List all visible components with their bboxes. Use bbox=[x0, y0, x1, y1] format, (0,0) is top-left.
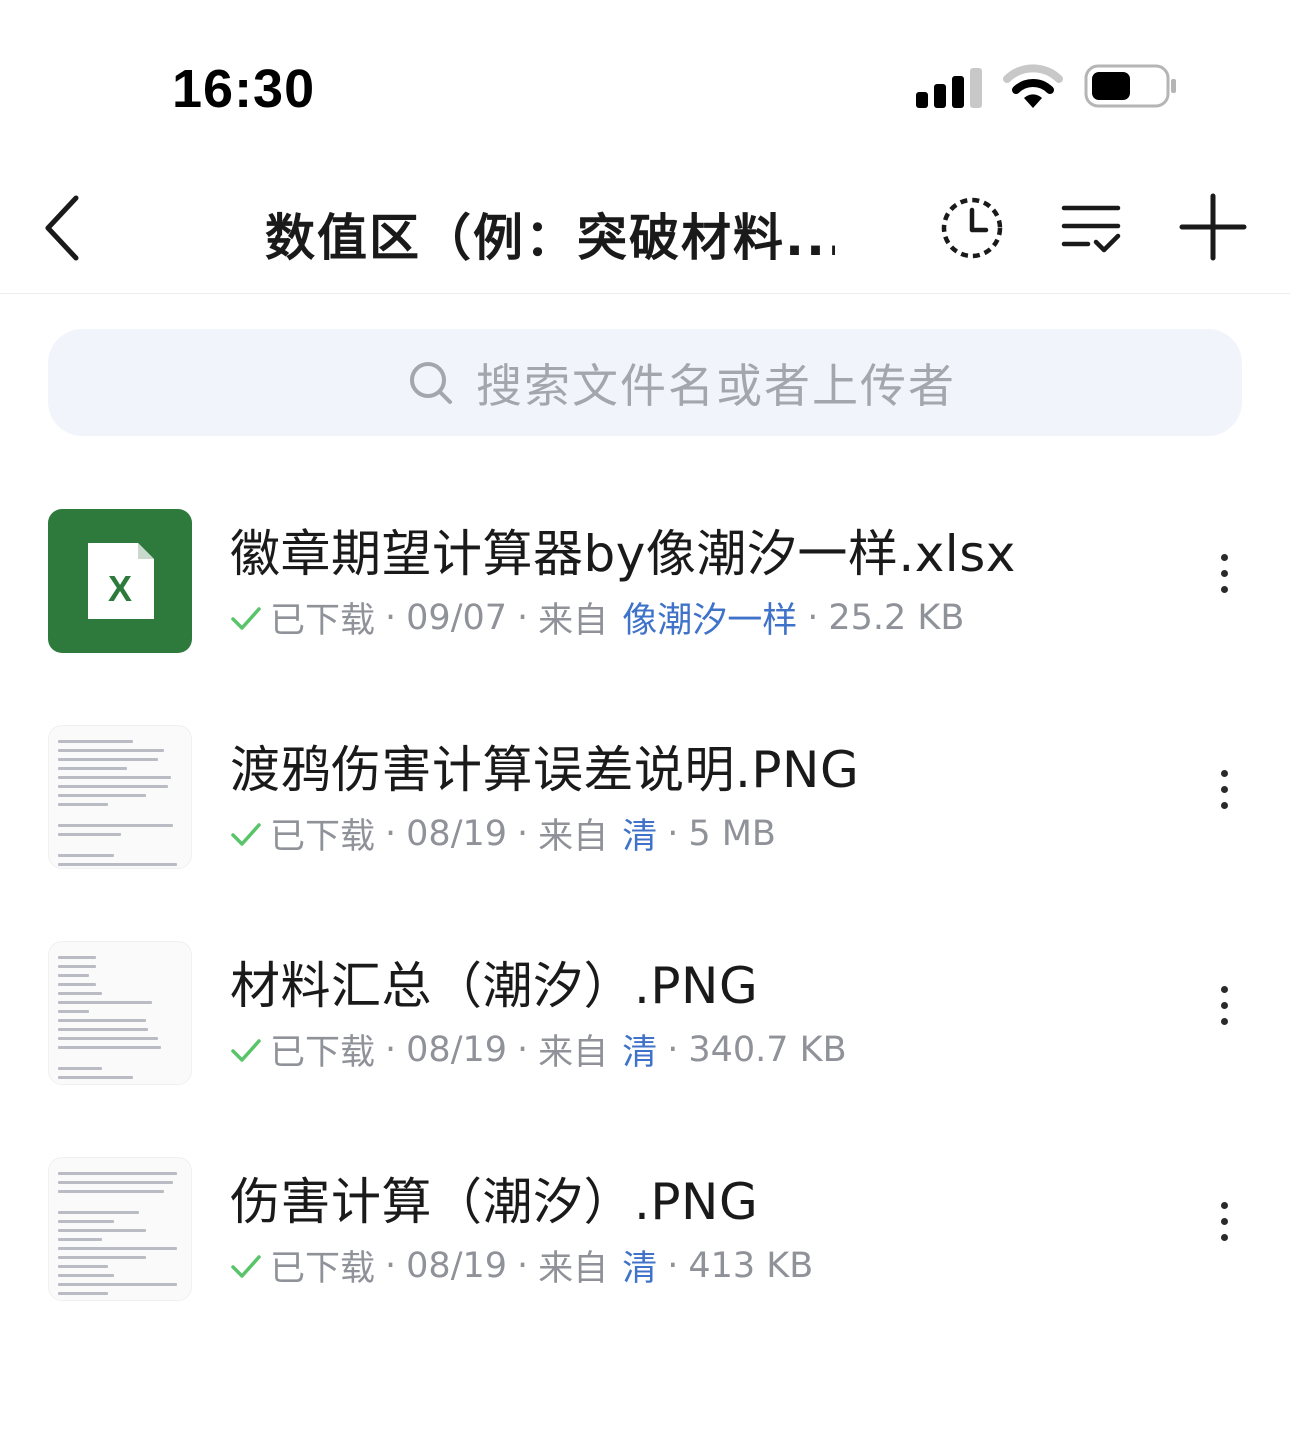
file-name: 材料汇总（潮汐）.PNG bbox=[230, 957, 759, 1015]
image-thumbnail bbox=[48, 725, 192, 869]
file-name: 徽章期望计算器by像潮汐一样.xlsx bbox=[230, 525, 1016, 583]
separator-dot: · bbox=[517, 597, 529, 638]
list-item[interactable]: X 徽章期望计算器by像潮汐一样.xlsx 已下载 · 09/07 · 来自 像… bbox=[0, 500, 1290, 716]
separator-dot: · bbox=[517, 813, 529, 854]
separator-dot: · bbox=[385, 813, 397, 854]
uploader-link[interactable]: 像潮汐一样 bbox=[622, 592, 797, 643]
file-list: X 徽章期望计算器by像潮汐一样.xlsx 已下载 · 09/07 · 来自 像… bbox=[0, 500, 1290, 1364]
more-options-button[interactable] bbox=[1210, 1202, 1238, 1250]
wifi-icon bbox=[1003, 64, 1063, 108]
status-bar: 16:30 bbox=[0, 0, 1290, 150]
separator-dot: · bbox=[385, 597, 397, 638]
uploader-link[interactable]: 清 bbox=[622, 1240, 657, 1291]
separator-dot: · bbox=[385, 1245, 397, 1286]
separator-dot: · bbox=[517, 1029, 529, 1070]
list-item[interactable]: 伤害计算（潮汐）.PNG 已下载 · 08/19 · 来自 清 · 413 KB bbox=[0, 1148, 1290, 1364]
downloaded-check-icon bbox=[231, 1038, 261, 1062]
separator-dot: · bbox=[385, 1029, 397, 1070]
history-clock-icon[interactable] bbox=[936, 192, 1008, 264]
file-date: 08/19 bbox=[406, 1029, 508, 1070]
file-date: 08/19 bbox=[406, 813, 508, 854]
file-meta: 已下载 · 08/19 · 来自 清 · 5 MB bbox=[230, 808, 776, 859]
downloaded-check-icon bbox=[231, 1254, 261, 1278]
file-meta: 已下载 · 08/19 · 来自 清 · 413 KB bbox=[230, 1240, 813, 1291]
download-status: 已下载 bbox=[270, 1249, 376, 1289]
from-label: 来自 bbox=[538, 817, 609, 857]
more-options-button[interactable] bbox=[1210, 554, 1238, 602]
downloaded-check-icon bbox=[231, 606, 261, 630]
file-size: 5 MB bbox=[688, 813, 776, 854]
from-label: 来自 bbox=[538, 1249, 609, 1289]
page-title: 数值区（例：突破材料... bbox=[265, 209, 835, 267]
separator-dot: · bbox=[667, 813, 679, 854]
file-size: 25.2 KB bbox=[828, 597, 965, 638]
download-status: 已下载 bbox=[270, 601, 376, 641]
from-label: 来自 bbox=[538, 1033, 609, 1073]
file-size: 340.7 KB bbox=[688, 1029, 847, 1070]
svg-text:X: X bbox=[108, 568, 132, 609]
status-time: 16:30 bbox=[172, 59, 316, 119]
list-item[interactable]: 渡鸦伤害计算误差说明.PNG 已下载 · 08/19 · 来自 清 · 5 MB bbox=[0, 716, 1290, 932]
back-button[interactable] bbox=[36, 190, 96, 266]
excel-file-icon: X bbox=[48, 509, 192, 653]
navigation-bar: 数值区（例：突破材料... bbox=[0, 160, 1290, 294]
image-thumbnail bbox=[48, 941, 192, 1085]
sort-filter-icon[interactable] bbox=[1058, 196, 1124, 258]
search-input[interactable]: 搜索文件名或者上传者 bbox=[48, 329, 1242, 436]
file-size: 413 KB bbox=[688, 1245, 814, 1286]
uploader-link[interactable]: 清 bbox=[622, 808, 657, 859]
separator-dot: · bbox=[517, 1245, 529, 1286]
download-status: 已下载 bbox=[270, 817, 376, 857]
file-meta: 已下载 · 09/07 · 来自 像潮汐一样 · 25.2 KB bbox=[230, 592, 964, 643]
more-options-button[interactable] bbox=[1210, 770, 1238, 818]
file-list-page: 16:30 数值区（例：突破材料... 搜索文件名或者上传者 X 徽章期望计算器… bbox=[0, 0, 1290, 1430]
more-options-button[interactable] bbox=[1210, 986, 1238, 1034]
file-date: 09/07 bbox=[406, 597, 508, 638]
battery-icon bbox=[1084, 64, 1176, 108]
from-label: 来自 bbox=[538, 601, 609, 641]
search-icon bbox=[410, 362, 452, 404]
file-name: 伤害计算（潮汐）.PNG bbox=[230, 1173, 759, 1231]
cellular-signal-icon bbox=[916, 66, 982, 108]
file-meta: 已下载 · 08/19 · 来自 清 · 340.7 KB bbox=[230, 1024, 847, 1075]
add-icon[interactable] bbox=[1178, 192, 1248, 262]
separator-dot: · bbox=[667, 1029, 679, 1070]
uploader-link[interactable]: 清 bbox=[622, 1024, 657, 1075]
download-status: 已下载 bbox=[270, 1033, 376, 1073]
search-inner: 搜索文件名或者上传者 bbox=[408, 355, 956, 413]
image-thumbnail bbox=[48, 1157, 192, 1301]
file-name: 渡鸦伤害计算误差说明.PNG bbox=[230, 741, 860, 799]
downloaded-check-icon bbox=[231, 822, 261, 846]
separator-dot: · bbox=[667, 1245, 679, 1286]
separator-dot: · bbox=[807, 597, 819, 638]
list-item[interactable]: 材料汇总（潮汐）.PNG 已下载 · 08/19 · 来自 清 · 340.7 … bbox=[0, 932, 1290, 1148]
search-placeholder: 搜索文件名或者上传者 bbox=[476, 359, 956, 413]
file-date: 08/19 bbox=[406, 1245, 508, 1286]
